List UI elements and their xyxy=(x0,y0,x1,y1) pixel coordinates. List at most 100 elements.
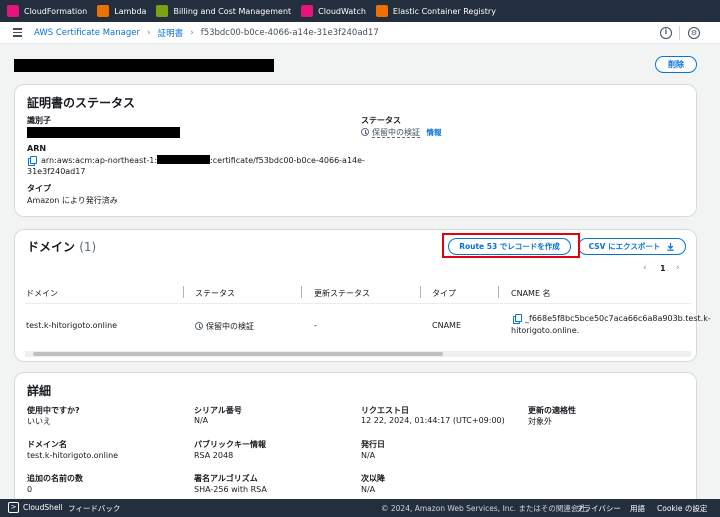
column-header-type[interactable]: タイプ xyxy=(432,288,456,299)
favorite-cloudformation[interactable]: CloudFormation xyxy=(4,0,94,22)
renewal-eligibility-label: 更新の適格性 xyxy=(528,406,576,415)
identifier-redacted xyxy=(27,127,180,138)
extra-names-value: 0 xyxy=(27,485,33,494)
public-key-label: パブリックキー情報 xyxy=(194,440,266,449)
cookie-settings-link[interactable]: Cookie の設定 xyxy=(657,503,707,514)
main-content[interactable]: 削除 証明書のステータス 識別子 ARN arn:aws:acm:ap-nort… xyxy=(0,44,720,499)
domains-count: (1) xyxy=(79,240,97,254)
renewal-eligibility-value: 対象外 xyxy=(528,417,552,426)
scrollbar-thumb[interactable] xyxy=(33,352,443,356)
certificate-status-panel: 証明書のステータス 識別子 ARN arn:aws:acm:ap-northea… xyxy=(14,84,697,217)
console-footer: > CloudShell フィードバック © 2024, Amazon Web … xyxy=(0,499,720,517)
favorite-ecr[interactable]: Elastic Container Registry xyxy=(373,0,503,22)
download-icon xyxy=(667,242,675,251)
delete-button[interactable]: 削除 xyxy=(655,56,697,73)
favorite-cloudwatch[interactable]: CloudWatch xyxy=(298,0,373,22)
panel-title: 証明書のステータス xyxy=(27,96,136,110)
info-icon[interactable]: i xyxy=(660,27,672,39)
domain-name-value: test.k-hitorigoto.online xyxy=(27,451,119,460)
arn-value-line2: 31e3f240ad17 xyxy=(27,167,86,176)
copy-icon[interactable] xyxy=(28,156,37,166)
domain-name-label: ドメイン名 xyxy=(27,440,67,449)
table-header-divider xyxy=(25,303,691,304)
serial-label: シリアル番号 xyxy=(194,406,242,415)
favorite-label: Lambda xyxy=(114,6,147,16)
pagination-prev[interactable]: ‹ xyxy=(643,263,647,273)
extra-names-label: 追加の名前の数 xyxy=(27,474,83,483)
column-header-status[interactable]: ステータス xyxy=(195,288,235,299)
identifier-label: 識別子 xyxy=(27,116,51,125)
cloudformation-icon xyxy=(7,5,19,17)
favorites-bar: CloudFormation Lambda Billing and Cost M… xyxy=(0,0,720,22)
export-csv-label: CSV にエクスポート xyxy=(588,242,661,251)
status-text[interactable]: 保留中の検証 xyxy=(372,128,420,138)
signature-algorithm-value: SHA-256 with RSA xyxy=(194,485,267,494)
clock-icon xyxy=(195,322,203,330)
column-divider[interactable] xyxy=(498,286,499,298)
chevron-right-icon: › xyxy=(190,27,194,38)
export-csv-button[interactable]: CSV にエクスポート xyxy=(578,238,686,255)
column-divider[interactable] xyxy=(183,286,184,298)
serial-value: N/A xyxy=(194,416,209,425)
cell-status-text: 保留中の検証 xyxy=(206,322,254,331)
favorite-label: Elastic Container Registry xyxy=(392,6,496,16)
lambda-icon xyxy=(97,5,110,17)
page-title-redacted xyxy=(14,59,274,72)
panel-title: 詳細 xyxy=(27,384,52,398)
clock-icon xyxy=(361,128,369,136)
arn-suffix: :certificate/f53bdc00-b0ce-4066-a14e- xyxy=(210,156,365,165)
breadcrumb-current: f53bdc00-b0ce-4066-a14e-31e3f240ad17 xyxy=(200,27,379,38)
settings-icon[interactable]: ⚙ xyxy=(688,27,700,39)
type-label: タイプ xyxy=(27,184,51,193)
ecr-icon xyxy=(375,5,388,17)
cloudshell-link[interactable]: CloudShell xyxy=(23,503,63,512)
copy-icon[interactable] xyxy=(513,314,522,324)
status-info-link[interactable]: 情報 xyxy=(427,128,442,137)
favorite-label: CloudFormation xyxy=(24,6,88,16)
feedback-link[interactable]: フィードバック xyxy=(68,503,120,514)
favorite-lambda[interactable]: Lambda xyxy=(94,0,153,22)
in-use-value: いいえ xyxy=(27,417,51,426)
breadcrumb-service-link[interactable]: AWS Certificate Manager xyxy=(34,28,140,38)
arn-label: ARN xyxy=(27,144,47,153)
domains-title: ドメイン xyxy=(27,240,76,254)
public-key-value: RSA 2048 xyxy=(194,451,234,460)
cell-type: CNAME xyxy=(432,321,461,330)
arn-prefix: arn:aws:acm:ap-northeast-1: xyxy=(41,156,158,165)
not-after-label: 次以降 xyxy=(361,474,385,483)
billing-icon xyxy=(156,5,169,17)
cloudwatch-icon xyxy=(301,5,314,17)
favorite-billing[interactable]: Billing and Cost Management xyxy=(153,0,298,22)
horizontal-scrollbar[interactable] xyxy=(25,351,691,357)
privacy-link[interactable]: プライバシー xyxy=(576,503,621,514)
panel-title: ドメイン (1) xyxy=(27,238,96,255)
favorite-label: CloudWatch xyxy=(318,6,366,16)
requested-label: リクエスト日 xyxy=(361,406,409,415)
column-header-domain[interactable]: ドメイン xyxy=(26,288,58,299)
pagination-next[interactable]: › xyxy=(676,263,680,273)
column-divider[interactable] xyxy=(301,286,302,298)
signature-algorithm-label: 署名アルゴリズム xyxy=(194,474,258,483)
divider xyxy=(679,26,680,40)
pagination-page[interactable]: 1 xyxy=(660,264,666,273)
cell-status: 保留中の検証 xyxy=(195,321,254,332)
status-value: 保留中の検証 情報 xyxy=(361,127,442,138)
type-value: Amazon により発行済み xyxy=(27,196,118,205)
in-use-label: 使用中ですか? xyxy=(27,406,80,415)
issued-label: 発行日 xyxy=(361,440,385,449)
issued-value: N/A xyxy=(361,451,376,460)
requested-value: 12 22, 2024, 01:44:17 (UTC+09:00) xyxy=(361,416,505,425)
column-divider[interactable] xyxy=(420,286,421,298)
breadcrumb-certificates-link[interactable]: 証明書 xyxy=(158,27,184,39)
menu-icon[interactable] xyxy=(13,26,22,39)
favorite-label: Billing and Cost Management xyxy=(173,6,292,16)
cell-renewal-status: - xyxy=(314,321,317,330)
cloudshell-icon[interactable]: > xyxy=(8,502,19,513)
account-id-redacted xyxy=(157,155,211,164)
terms-link[interactable]: 用語 xyxy=(630,503,645,514)
column-header-cname[interactable]: CNAME 名 xyxy=(511,288,551,299)
copyright-text: © 2024, Amazon Web Services, Inc. またはその関… xyxy=(381,504,594,513)
column-header-renewal-status[interactable]: 更新ステータス xyxy=(314,288,370,299)
arn-value: arn:aws:acm:ap-northeast-1: :certificate/… xyxy=(41,155,365,165)
cell-cname-line2: hitorigoto.online. xyxy=(511,326,580,335)
